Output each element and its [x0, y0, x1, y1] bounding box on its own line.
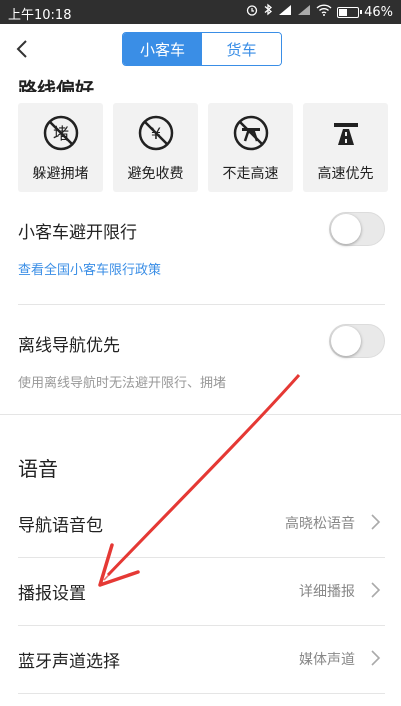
tab-car[interactable]: 小客车: [123, 33, 202, 65]
pref-no-highway[interactable]: 不走高速: [208, 103, 293, 192]
divider: [18, 693, 385, 694]
offline-toggle[interactable]: [329, 324, 385, 358]
back-arrow-icon[interactable]: [10, 36, 36, 62]
divider: [18, 625, 385, 626]
wifi-icon: [316, 3, 332, 21]
restriction-toggle[interactable]: [329, 212, 385, 246]
voice-pack-row[interactable]: 导航语音包 高晓松语音: [0, 491, 401, 557]
divider: [18, 557, 385, 558]
status-time: 上午10:18: [8, 8, 72, 23]
vehicle-type-switch: 小客车 货车: [122, 32, 282, 66]
restriction-policy-link[interactable]: 查看全国小客车限行政策: [18, 259, 385, 278]
pref-label: 避免收费: [127, 166, 184, 182]
no-highway-icon: [232, 114, 270, 152]
pref-label: 高速优先: [317, 166, 374, 182]
tab-truck[interactable]: 货车: [202, 33, 281, 65]
alarm-icon: [246, 4, 258, 21]
pref-label: 不走高速: [222, 166, 279, 182]
pref-avoid-congestion[interactable]: 堵 躲避拥堵: [18, 103, 103, 192]
toggle-knob: [331, 214, 361, 244]
status-icons: 46%: [246, 3, 393, 21]
route-prefs: 堵 躲避拥堵 ¥ 避免收费 不走高速: [18, 103, 388, 192]
voice-pack-value: 高晓松语音: [285, 516, 355, 532]
bluetooth-channel-label: 蓝牙声道选择: [18, 652, 120, 672]
header-bar: 小客车 货车: [0, 24, 401, 76]
chevron-right-icon: [369, 511, 383, 533]
offline-note: 使用离线导航时无法避开限行、拥堵: [18, 376, 227, 391]
pref-highway-first[interactable]: 高速优先: [303, 103, 388, 192]
battery-percent: 46%: [364, 4, 393, 20]
toggle-knob: [331, 326, 361, 356]
chevron-right-icon: [369, 647, 383, 669]
bluetooth-channel-row[interactable]: 蓝牙声道选择 媒体声道: [0, 627, 401, 693]
broadcast-settings-value: 详细播报: [299, 584, 355, 600]
avoid-congestion-icon: 堵: [42, 114, 80, 152]
battery-icon: [337, 6, 363, 18]
status-bar: 上午10:18 46%: [0, 0, 401, 24]
divider: [18, 304, 385, 305]
avoid-toll-icon: ¥: [137, 114, 175, 152]
broadcast-settings-label: 播报设置: [18, 584, 86, 604]
voice-pack-label: 导航语音包: [18, 516, 103, 536]
chevron-right-icon: [369, 579, 383, 601]
signal-icon: [278, 4, 292, 21]
pref-avoid-toll[interactable]: ¥ 避免收费: [113, 103, 198, 192]
signal-icon-2: [297, 4, 311, 21]
broadcast-settings-row[interactable]: 播报设置 详细播报: [0, 559, 401, 625]
pref-label: 躲避拥堵: [32, 166, 89, 182]
highway-first-icon: [327, 114, 365, 152]
bluetooth-icon: [263, 3, 273, 21]
divider: [0, 414, 401, 415]
voice-section-title: 语音: [18, 457, 58, 481]
bluetooth-channel-value: 媒体声道: [299, 652, 355, 668]
